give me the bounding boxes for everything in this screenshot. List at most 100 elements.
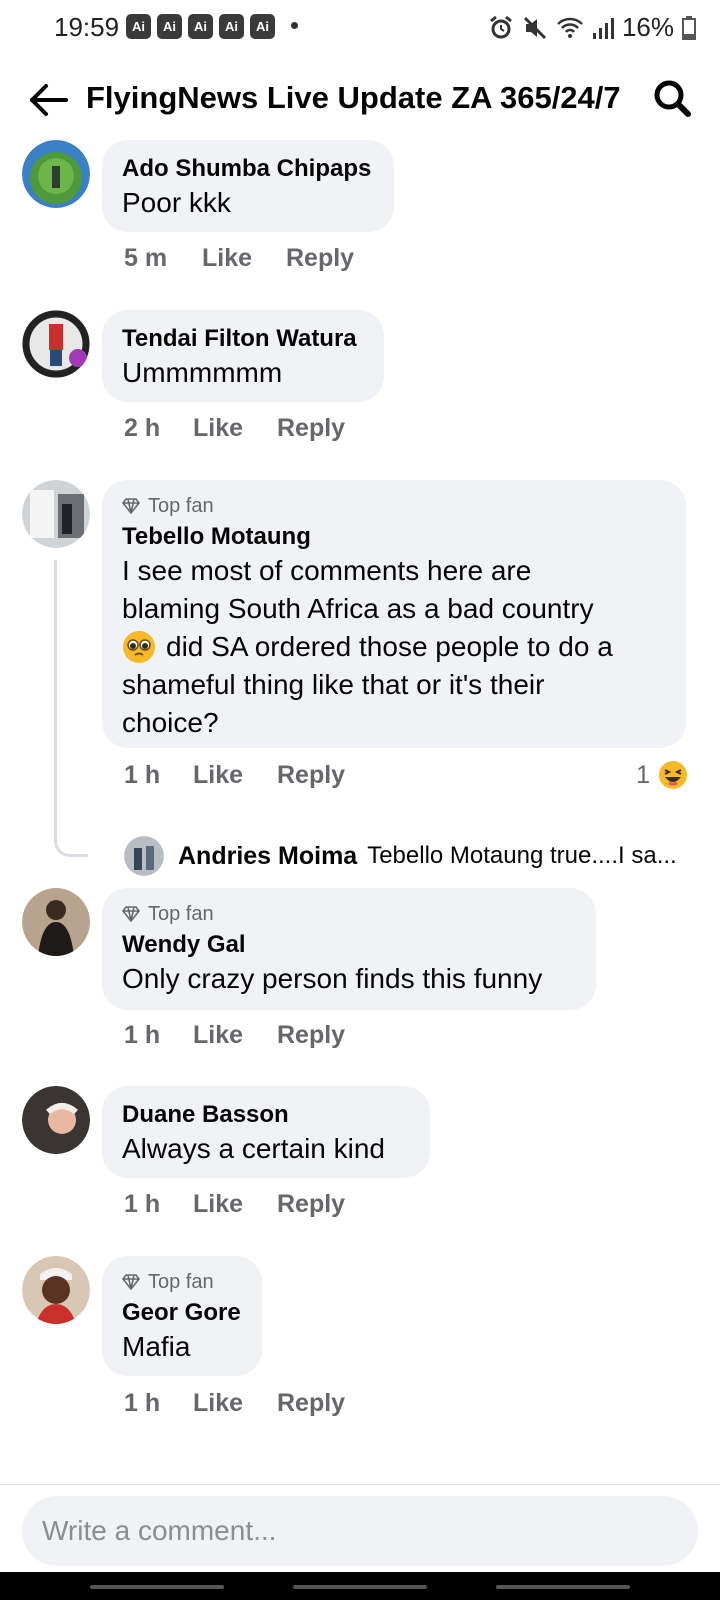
reply-button[interactable]: Reply [277,1190,345,1219]
system-nav-bar [0,1572,720,1600]
avatar[interactable] [22,480,90,548]
comment-time[interactable]: 1 h [124,1389,193,1418]
comment-actions: 1 h Like Reply [124,1389,345,1418]
comment-item: Tendai Filton Watura Ummmmmm 2 h Like Re… [0,310,720,460]
diamond-icon [122,1274,140,1290]
reply-button[interactable]: Reply [286,244,354,273]
nav-recents-handle[interactable] [90,1585,224,1589]
ai-badge: Ai [126,14,151,39]
comment-bubble[interactable]: Top fan Wendy Gal Only crazy person find… [102,888,596,1010]
comment-bubble[interactable]: Top fan Tebello Motaung I see most of co… [102,480,686,748]
notification-dot-icon [291,22,298,29]
top-fan-badge: Top fan [122,902,576,926]
back-button[interactable] [26,78,70,122]
comment-author[interactable]: Wendy Gal [122,930,576,960]
avatar[interactable] [22,1256,90,1324]
avatar[interactable] [22,1086,90,1154]
comment-time[interactable]: 1 h [124,761,193,790]
avatar-image [124,836,164,876]
avatar[interactable] [22,888,90,956]
top-fan-label: Top fan [148,1271,214,1293]
like-button[interactable]: Like [202,244,286,273]
avatar[interactable] [22,140,90,208]
avatar[interactable] [124,836,164,876]
comment-actions: 1 h Like Reply [124,1021,345,1050]
nav-home-handle[interactable] [293,1585,427,1589]
like-button[interactable]: Like [193,1190,277,1219]
comment-actions: 1 h Like Reply [124,1190,345,1219]
reply-button[interactable]: Reply [277,414,345,443]
diamond-icon [122,498,140,514]
haha-emoji-icon [659,761,687,789]
top-fan-badge: Top fan [122,494,666,518]
comment-time[interactable]: 2 h [124,414,193,443]
comment-text-line: I see most of comments here are [122,555,532,586]
search-icon [654,80,691,117]
like-button[interactable]: Like [193,414,277,443]
top-fan-label: Top fan [148,903,214,925]
comment-item: Duane Basson Always a certain kind 1 h L… [0,1086,720,1236]
reply-preview[interactable]: Andries Moima Tebello Motaung true....I … [124,836,677,876]
search-button[interactable] [650,76,694,120]
status-bar: 19:59 Ai Ai Ai Ai Ai 16% [0,0,720,54]
comment-text-line: choice? [122,707,219,738]
ai-badges: Ai Ai Ai Ai Ai [126,14,275,39]
reaction-count: 1 [636,760,650,789]
comment-author[interactable]: Geor Gore [122,1298,242,1328]
avatar-image [22,1256,90,1324]
avatar-image [22,480,90,548]
reply-text: Tebello Motaung true....I sa... [367,842,677,869]
comment-actions: 2 h Like Reply [124,414,345,443]
top-fan-badge: Top fan [122,1270,242,1294]
comment-bubble[interactable]: Tendai Filton Watura Ummmmmm [102,310,384,402]
page-title: FlyingNews Live Update ZA 365/24/7 [86,80,621,115]
battery-percent: 16% [621,12,674,42]
comment-text-line: did SA ordered those people to do a [122,628,666,666]
status-time: 19:59 [54,12,120,42]
ai-badge: Ai [250,14,275,39]
ai-badge: Ai [219,14,244,39]
comment-composer [22,1496,698,1566]
comment-item: Top fan Wendy Gal Only crazy person find… [0,888,720,1068]
avatar-image [22,140,90,208]
reply-button[interactable]: Reply [277,1021,345,1050]
like-button[interactable]: Like [193,761,277,790]
diamond-icon [122,906,140,922]
comment-author[interactable]: Tendai Filton Watura [122,324,364,354]
reply-button[interactable]: Reply [277,761,345,790]
comment-author[interactable]: Duane Basson [122,1100,410,1130]
comment-item: Ado Shumba Chipaps Poor kkk 5 m Like Rep… [0,140,720,290]
alarm-icon [490,15,512,38]
comment-author[interactable]: Tebello Motaung [122,522,666,552]
ai-badge: Ai [157,14,182,39]
avatar-image [22,888,90,956]
battery-icon [682,15,696,40]
composer-divider [0,1484,720,1485]
avatar[interactable] [22,310,90,378]
comment-bubble[interactable]: Ado Shumba Chipaps Poor kkk [102,140,394,232]
top-fan-label: Top fan [148,495,214,517]
comment-text: Only crazy person finds this funny [122,963,543,994]
comment-text: Poor kkk [122,187,231,218]
comment-time[interactable]: 1 h [124,1021,193,1050]
comment-time[interactable]: 5 m [124,244,202,273]
comment-text: Always a certain kind [122,1133,386,1164]
avatar-image [22,1086,90,1154]
like-button[interactable]: Like [193,1389,277,1418]
comment-bubble[interactable]: Top fan Geor Gore Mafia [102,1256,262,1376]
reaction-summary[interactable]: 1 [636,760,688,790]
comment-time[interactable]: 1 h [124,1190,193,1219]
like-button[interactable]: Like [193,1021,277,1050]
signal-icon [592,17,614,39]
comment-bubble[interactable]: Duane Basson Always a certain kind [102,1086,430,1178]
reply-button[interactable]: Reply [277,1389,345,1418]
comment-text-line: blaming South Africa as a bad country [122,593,594,624]
comment-input[interactable] [22,1496,698,1566]
page-header: FlyingNews Live Update ZA 365/24/7 [0,60,720,138]
comment-actions: 5 m Like Reply [124,244,354,273]
nav-back-handle[interactable] [496,1585,630,1589]
comment-text: Mafia [122,1331,191,1362]
comment-author[interactable]: Ado Shumba Chipaps [122,154,374,184]
reply-author[interactable]: Andries Moima [178,842,357,871]
arrow-left-icon [30,84,68,116]
